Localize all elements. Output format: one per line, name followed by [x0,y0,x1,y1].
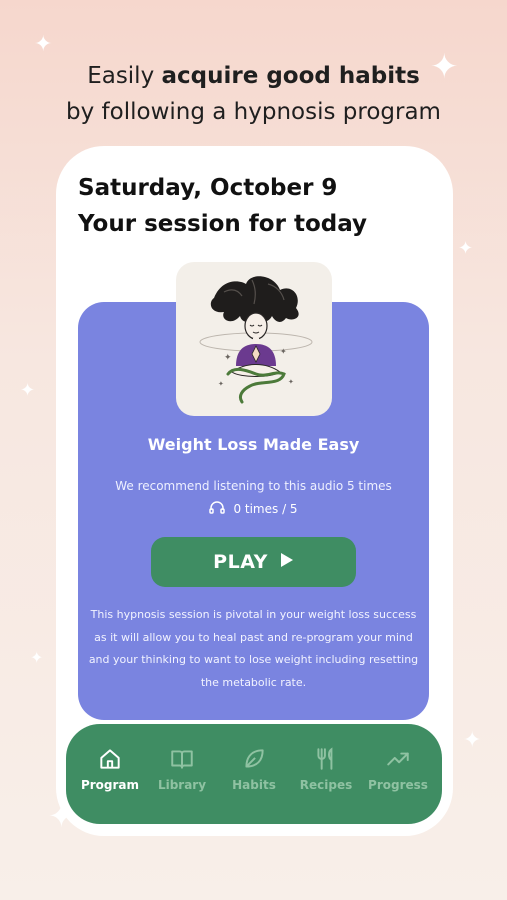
svg-text:✦: ✦ [218,380,224,388]
nav-item-habits[interactable]: Habits [218,746,290,792]
meditating-woman-illustration: ✦ ✦ ✦ ✦ [199,276,313,404]
svg-text:✦: ✦ [288,378,294,386]
book-icon [171,750,193,769]
session-subtitle: Your session for today [78,211,368,237]
sparkle-icon: ✦ [20,380,36,401]
headline-line2: by following a hypnosis program [66,99,441,125]
leaf-icon [245,749,264,768]
page-title: Saturday, October 9 Your session for tod… [78,170,367,242]
listen-count-text: 0 times / 5 [233,501,298,516]
fork-knife-icon [317,747,333,770]
session-artwork: ✦ ✦ ✦ ✦ [176,262,332,416]
nav-label: Progress [368,778,428,792]
nav-label: Habits [232,778,276,792]
date-label: Saturday, October 9 [78,175,338,201]
play-button[interactable]: PLAY [151,537,356,587]
home-icon [100,749,120,769]
trend-up-icon [387,752,409,766]
sparkle-icon: ✦ [463,728,482,753]
sparkle-icon: ✦ [458,238,474,259]
headline-prefix: Easily [87,63,162,89]
session-title: Weight Loss Made Easy [147,435,360,454]
listen-progress: 0 times / 5 [78,500,429,517]
sparkle-icon: ✦ [30,648,44,667]
nav-item-program[interactable]: Program [74,746,146,792]
nav-item-recipes[interactable]: Recipes [290,746,362,792]
headline-bold: acquire good habits [161,63,420,89]
nav-label: Program [80,778,140,792]
sparkle-icon: ✦ [34,32,53,57]
nav-item-progress[interactable]: Progress [362,746,434,792]
nav-label: Recipes [299,778,353,792]
nav-label: Library [157,778,207,792]
recommendation-text: We recommend listening to this audio 5 t… [115,479,392,493]
headphones-icon [209,500,226,517]
session-description: This hypnosis session is pivotal in your… [88,608,419,689]
svg-text:✦: ✦ [224,353,232,363]
play-icon [280,551,294,573]
play-button-label: PLAY [213,551,268,573]
promo-headline: Easily acquire good habits by following … [0,58,507,130]
nav-item-library[interactable]: Library [146,746,218,792]
bottom-nav: Program Library Habits Recipes Progress [66,724,442,824]
svg-text:✦: ✦ [280,347,287,356]
